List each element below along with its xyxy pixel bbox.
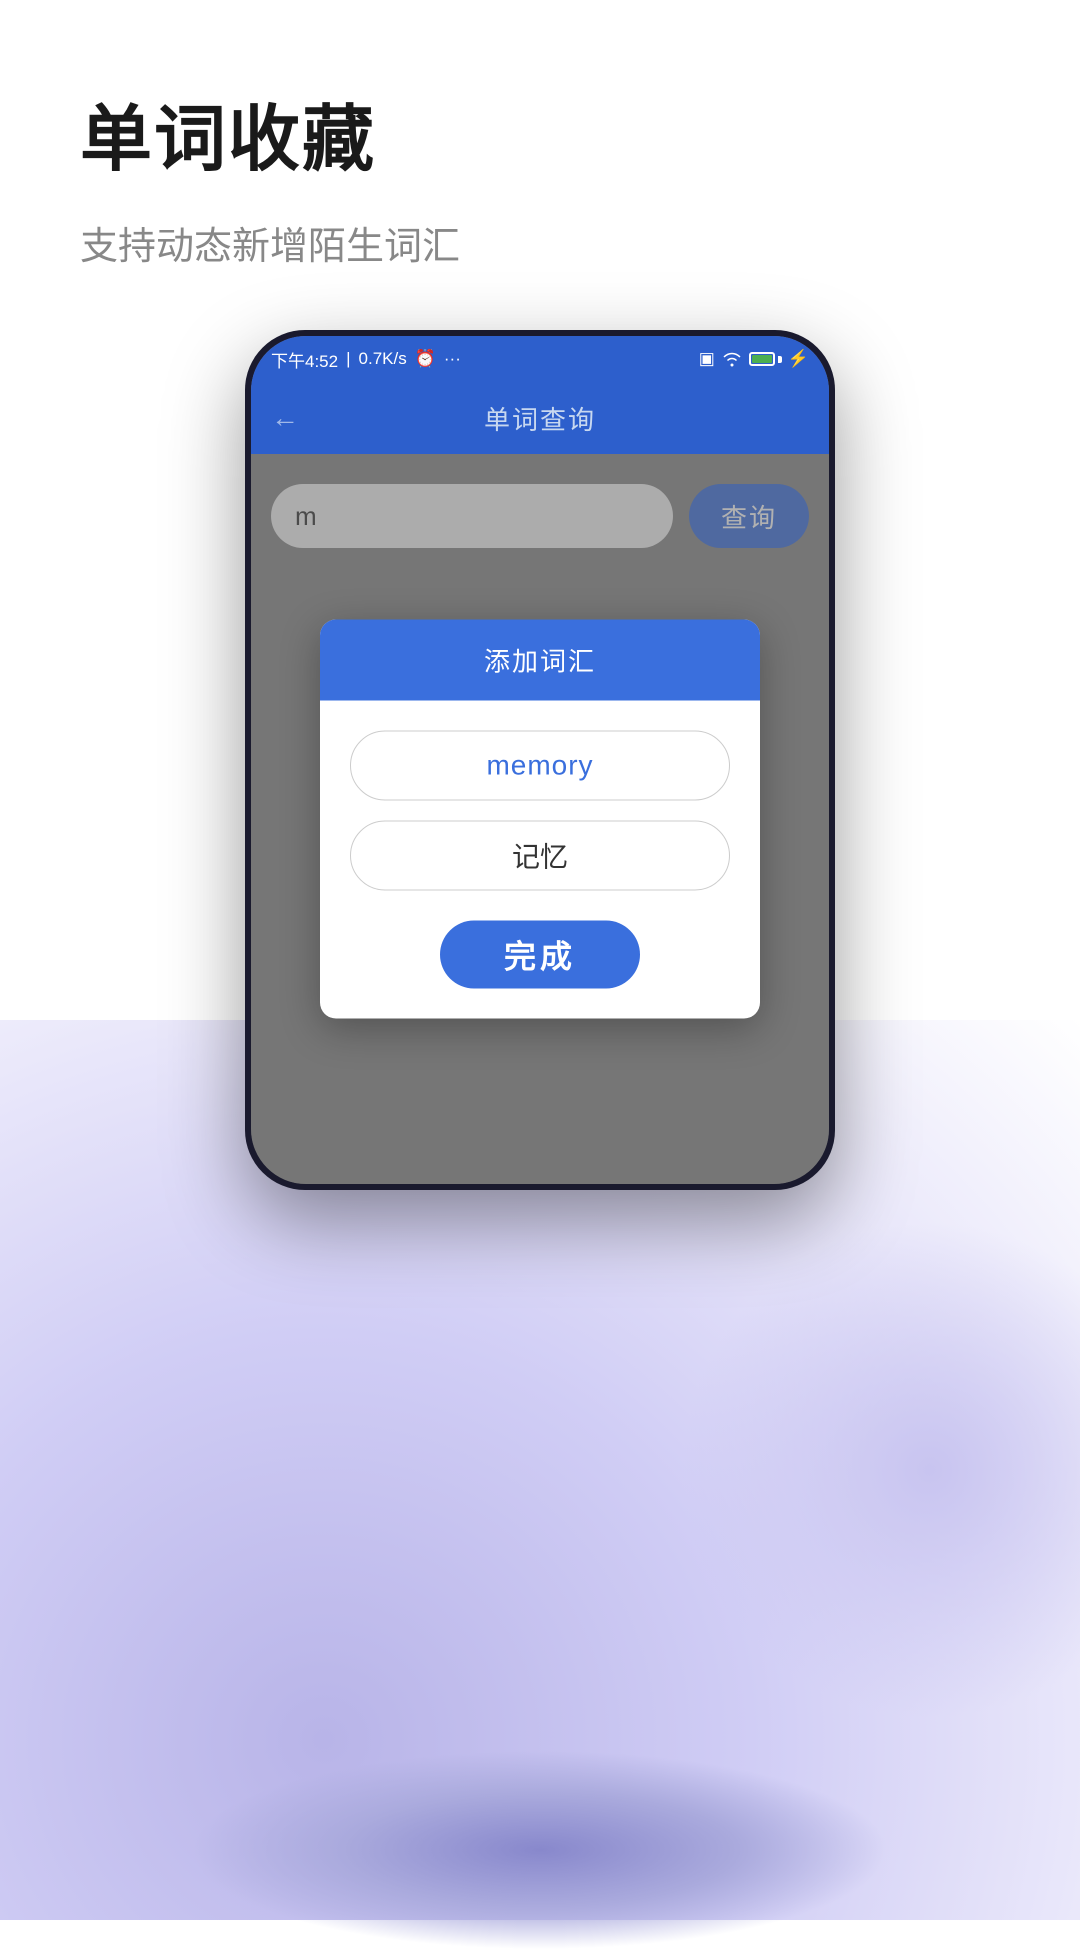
screen-content: 查询 添加词汇 完成	[251, 454, 829, 1184]
app-header: ← 单词查询	[251, 382, 829, 454]
dialog-body: 完成	[320, 701, 760, 1019]
dialog-word-input[interactable]	[350, 731, 730, 801]
add-vocabulary-dialog: 添加词汇 完成	[320, 620, 760, 1019]
page-subtitle: 支持动态新增陌生词汇	[80, 215, 1020, 270]
page-title: 单词收藏	[80, 80, 1020, 185]
background-blob-right	[680, 1220, 1080, 1720]
bottom-decoration	[190, 1750, 890, 1950]
battery-icon	[749, 352, 782, 366]
dialog-title: 添加词汇	[484, 647, 596, 677]
battery-tip	[778, 356, 782, 363]
status-network-speed: 0.7K/s	[359, 349, 407, 369]
status-bar: 下午4:52 | 0.7K/s ⏰ ··· ▣	[251, 336, 829, 382]
dialog-confirm-button[interactable]: 完成	[440, 921, 640, 989]
status-time: 下午4:52	[271, 347, 338, 372]
app-header-title: 单词查询	[484, 400, 596, 437]
dialog-header: 添加词汇	[320, 620, 760, 701]
phone-screen: 下午4:52 | 0.7K/s ⏰ ··· ▣	[251, 336, 829, 1184]
alarm-icon: ⏰	[415, 349, 436, 369]
battery-fill	[752, 355, 772, 363]
dialog-translation-input[interactable]	[350, 821, 730, 891]
phone-container: 下午4:52 | 0.7K/s ⏰ ··· ▣	[0, 330, 1080, 1190]
status-right: ▣ ⚡	[699, 349, 809, 369]
back-button[interactable]: ←	[271, 402, 299, 434]
more-icon: ···	[444, 349, 461, 369]
page-content: 单词收藏 支持动态新增陌生词汇	[0, 0, 1080, 270]
status-left: 下午4:52 | 0.7K/s ⏰ ···	[271, 347, 461, 372]
wifi-icon	[721, 351, 743, 367]
phone-mockup: 下午4:52 | 0.7K/s ⏰ ··· ▣	[245, 330, 835, 1190]
charging-icon: ⚡	[788, 349, 809, 369]
status-network: |	[346, 349, 350, 369]
screen-icon: ▣	[699, 349, 715, 369]
